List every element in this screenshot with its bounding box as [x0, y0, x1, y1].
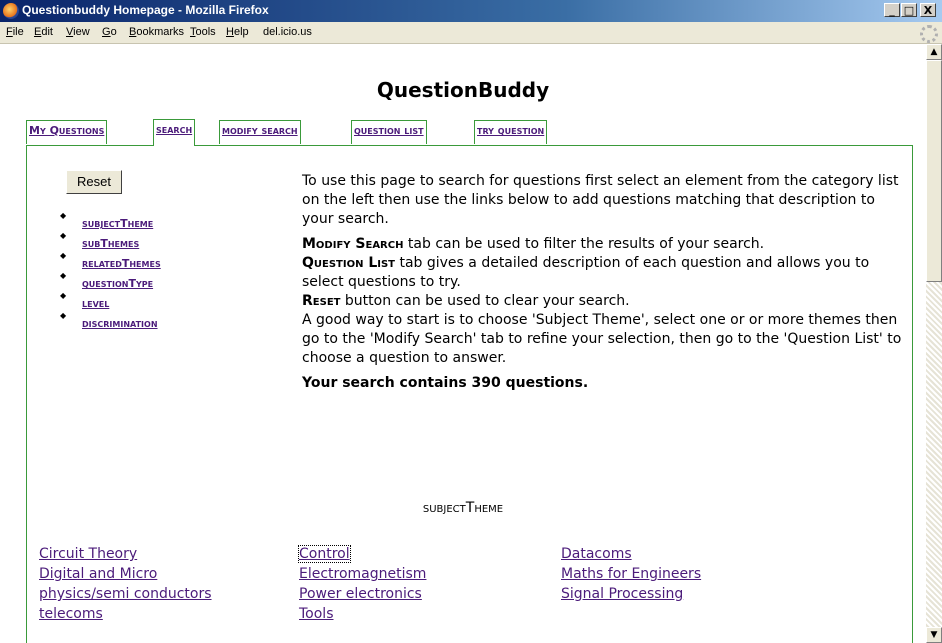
list-item: subjectTheme: [60, 211, 161, 232]
theme-link-physics[interactable]: physics/semi conductors: [39, 586, 212, 606]
help-text: To use this page to search for questions…: [302, 172, 902, 399]
window-title: Questionbuddy Homepage - Mozilla Firefox: [22, 3, 269, 17]
menu-tools[interactable]: Tools: [190, 26, 216, 38]
reset-button[interactable]: Reset: [66, 170, 122, 194]
menu-view[interactable]: View: [66, 26, 90, 38]
menu-help[interactable]: Help: [226, 26, 249, 38]
page-viewport: QuestionBuddy My Questions search modify…: [0, 44, 926, 643]
menu-delicious[interactable]: del.icio.us: [263, 26, 312, 38]
list-item: discrimination: [60, 311, 161, 332]
theme-column-3: Datacoms Maths for Engineers Signal Proc…: [561, 546, 701, 606]
menu-file[interactable]: File: [6, 26, 24, 38]
category-list: subjectTheme subThemes relatedThemes que…: [60, 211, 161, 332]
menu-go[interactable]: Go: [102, 26, 117, 38]
minimize-button[interactable]: _: [884, 3, 900, 17]
theme-link-digital-micro[interactable]: Digital and Micro: [39, 566, 212, 586]
tab-my-questions[interactable]: My Questions: [26, 120, 108, 144]
theme-link-maths[interactable]: Maths for Engineers: [561, 566, 701, 586]
tab-search[interactable]: search: [153, 119, 196, 146]
scroll-up-arrow-icon[interactable]: ▲: [926, 44, 942, 60]
help-reset: Reset button can be used to clear your s…: [302, 293, 630, 309]
tab-modify-search[interactable]: modify search: [219, 120, 301, 144]
list-item: subThemes: [60, 231, 161, 252]
vertical-scrollbar[interactable]: ▲ ▼: [926, 44, 942, 643]
theme-link-telecoms[interactable]: telecoms: [39, 606, 212, 626]
theme-column-2: Control Electromagnetism Power electroni…: [298, 545, 551, 626]
question-count: Your search contains 390 questions.: [302, 375, 589, 391]
maximize-button[interactable]: □: [901, 3, 917, 17]
close-button[interactable]: X: [920, 3, 936, 17]
category-level[interactable]: level: [82, 297, 109, 310]
tab-try-question[interactable]: try question: [474, 120, 548, 144]
menu-edit[interactable]: Edit: [34, 26, 53, 38]
theme-heading: subjectTheme: [422, 500, 504, 516]
firefox-icon: [3, 3, 19, 19]
category-related-themes[interactable]: relatedThemes: [82, 257, 161, 270]
theme-link-tools[interactable]: Tools: [299, 606, 551, 626]
scroll-down-arrow-icon[interactable]: ▼: [926, 627, 942, 643]
menu-bar: File Edit View Go Bookmarks Tools Help d…: [0, 22, 942, 44]
category-question-type[interactable]: questionType: [82, 277, 153, 290]
tab-question-list[interactable]: question list: [351, 120, 427, 144]
category-subject-theme[interactable]: subjectTheme: [82, 217, 153, 230]
theme-link-electromagnetism[interactable]: Electromagnetism: [299, 566, 551, 586]
help-modify-search: Modify Search tab can be used to filter …: [302, 236, 765, 252]
list-item: questionType: [60, 271, 161, 292]
tip-text: A good way to start is to choose 'Subjec…: [302, 312, 902, 366]
theme-link-control[interactable]: Control: [298, 545, 551, 566]
page-title: QuestionBuddy: [376, 78, 550, 102]
theme-link-circuit-theory[interactable]: Circuit Theory: [39, 546, 212, 566]
list-item: level: [60, 291, 161, 312]
theme-link-power-electronics[interactable]: Power electronics: [299, 586, 551, 606]
theme-column-1: Circuit Theory Digital and Micro physics…: [39, 546, 212, 626]
category-discrimination[interactable]: discrimination: [82, 317, 158, 330]
title-bar: Questionbuddy Homepage - Mozilla Firefox…: [0, 0, 942, 22]
intro-text: To use this page to search for questions…: [302, 173, 899, 227]
category-sub-themes[interactable]: subThemes: [82, 237, 139, 250]
help-question-list: Question List tab gives a detailed descr…: [302, 255, 870, 290]
throbber-icon: [920, 25, 938, 43]
menu-bookmarks[interactable]: Bookmarks: [129, 26, 184, 38]
list-item: relatedThemes: [60, 251, 161, 272]
theme-link-datacoms[interactable]: Datacoms: [561, 546, 701, 566]
theme-link-signal-processing[interactable]: Signal Processing: [561, 586, 701, 606]
scrollbar-thumb[interactable]: [926, 60, 942, 282]
